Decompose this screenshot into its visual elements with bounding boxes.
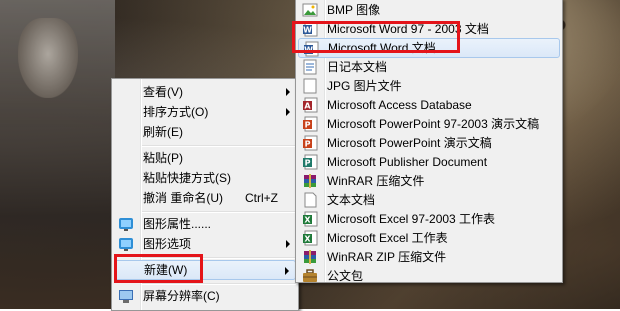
menu-item-refresh[interactable]: 刷新(E) — [114, 122, 296, 142]
svg-text:X: X — [304, 216, 311, 225]
submenu-item-excel-97-2003[interactable]: X Microsoft Excel 97-2003 工作表 — [298, 209, 560, 229]
menu-item-graphics-options[interactable]: 图形选项 — [114, 234, 296, 254]
svg-text:P: P — [305, 159, 311, 168]
submenu-item-jpg[interactable]: JPG 图片文件 — [298, 76, 560, 96]
powerpoint-icon: P — [302, 135, 318, 151]
svg-text:P: P — [305, 140, 311, 149]
submenu-item-publisher[interactable]: P Microsoft Publisher Document — [298, 152, 560, 172]
submenu-item-bmp[interactable]: BMP 图像 — [298, 0, 560, 20]
winrar-icon — [302, 173, 318, 189]
powerpoint-icon: P — [302, 116, 318, 132]
submenu-item-winrar[interactable]: WinRAR 压缩文件 — [298, 171, 560, 191]
highlight-box-word-document — [292, 21, 460, 53]
journal-icon — [302, 59, 318, 75]
briefcase-icon — [302, 268, 318, 284]
submenu-item-access[interactable]: A Microsoft Access Database — [298, 95, 560, 115]
menu-item-undo-rename[interactable]: 撤消 重命名(U) Ctrl+Z — [114, 188, 296, 208]
wallpaper-character — [0, 0, 115, 309]
excel-icon: X — [302, 211, 318, 227]
menu-item-screen-resolution[interactable]: 屏幕分辨率(C) — [114, 286, 296, 306]
bmp-image-icon — [302, 2, 318, 18]
submenu-arrow-icon — [286, 88, 290, 96]
menu-separator — [142, 211, 296, 213]
menu-item-sort-by[interactable]: 排序方式(O) — [114, 102, 296, 122]
submenu-arrow-icon — [286, 240, 290, 248]
submenu-item-winrar-zip[interactable]: WinRAR ZIP 压缩文件 — [298, 247, 560, 267]
excel-icon: X — [302, 230, 318, 246]
publisher-icon: P — [302, 154, 318, 170]
svg-text:P: P — [305, 121, 311, 130]
submenu-item-excel[interactable]: X Microsoft Excel 工作表 — [298, 228, 560, 248]
submenu-item-text-document[interactable]: 文本文档 — [298, 190, 560, 210]
menu-item-view[interactable]: 查看(V) — [114, 82, 296, 102]
shortcut-text: Ctrl+Z — [245, 191, 278, 205]
submenu-arrow-icon — [286, 108, 290, 116]
text-document-icon — [302, 192, 318, 208]
menu-separator — [142, 283, 296, 285]
winrar-zip-icon — [302, 249, 318, 265]
menu-separator — [142, 145, 296, 147]
submenu-item-powerpoint-97-2003[interactable]: P Microsoft PowerPoint 97-2003 演示文稿 — [298, 114, 560, 134]
submenu-arrow-icon — [285, 267, 289, 275]
graphics-options-icon — [118, 236, 134, 252]
svg-text:X: X — [304, 235, 311, 244]
menu-item-graphics-properties[interactable]: 图形属性...... — [114, 214, 296, 234]
svg-text:A: A — [304, 102, 311, 111]
submenu-item-briefcase[interactable]: 公文包 — [298, 266, 560, 286]
menu-item-paste[interactable]: 粘贴(P) — [114, 148, 296, 168]
graphics-properties-icon — [118, 216, 134, 232]
submenu-item-journal[interactable]: 日记本文档 — [298, 57, 560, 77]
access-icon: A — [302, 97, 318, 113]
menu-item-paste-shortcut[interactable]: 粘贴快捷方式(S) — [114, 168, 296, 188]
submenu-item-powerpoint[interactable]: P Microsoft PowerPoint 演示文稿 — [298, 133, 560, 153]
jpg-image-icon — [302, 78, 318, 94]
screen-resolution-icon — [118, 288, 134, 304]
highlight-box-new — [114, 254, 203, 283]
